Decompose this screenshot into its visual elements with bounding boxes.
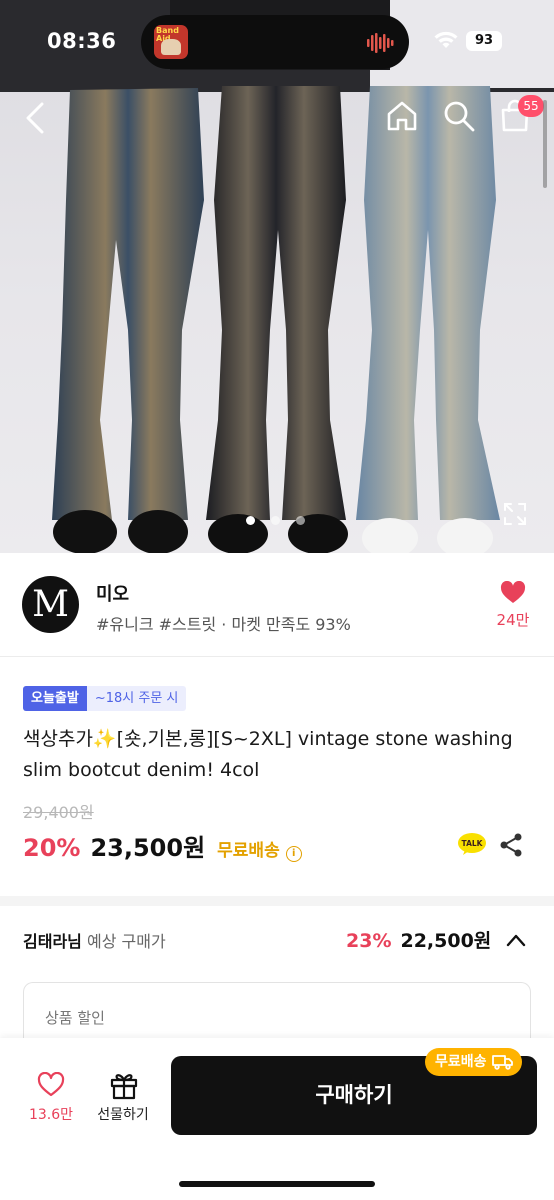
search-button[interactable]: [440, 96, 478, 136]
heart-outline-icon: [37, 1071, 65, 1097]
carousel-dot[interactable]: [271, 516, 280, 525]
gift-icon: [110, 1074, 138, 1100]
truck-icon: [491, 1055, 513, 1070]
section-divider: [0, 896, 554, 906]
chevron-up-icon[interactable]: [505, 930, 527, 950]
expected-label: 예상 구매가: [86, 932, 166, 951]
sale-price: 23,500원: [90, 834, 206, 862]
heart-icon: [500, 580, 526, 603]
bottom-action-bar: 13.6만 선물하기 구매하기 무료배송: [0, 1038, 554, 1200]
free-shipping-tag: 무료배송: [425, 1048, 522, 1076]
clock: 08:36: [47, 29, 117, 53]
expected-price-label: 김태라님 예상 구매가: [23, 928, 166, 952]
dynamic-island[interactable]: Band Aid: [141, 15, 409, 69]
carousel-dot[interactable]: [246, 516, 255, 525]
like-button[interactable]: [26, 1071, 76, 1102]
free-shipping-tag-label: 무료배송: [435, 1054, 487, 1070]
scrollbar[interactable]: [543, 100, 547, 188]
carousel-dot[interactable]: [296, 516, 305, 525]
order-cutoff-badge: ~18시 주문 시: [86, 686, 187, 711]
product-image-carousel[interactable]: 08:36 Band Aid 93 55: [0, 0, 554, 553]
seller-section[interactable]: M 미오 #유니크 #스트릿 · 마켓 만족도 93% 24만: [0, 553, 554, 657]
status-bar: 08:36 Band Aid 93: [0, 0, 554, 84]
seller-tags: #유니크 #스트릿 · 마켓 만족도 93%: [96, 615, 351, 634]
share-icon[interactable]: [498, 832, 524, 858]
kakaotalk-icon[interactable]: TALK: [457, 832, 487, 856]
album-art: Band Aid: [154, 25, 188, 59]
price-row: 20% 23,500원 무료배송 i: [23, 828, 302, 863]
carousel-indicator: [246, 516, 305, 525]
seller-like-count: 24만: [496, 611, 530, 629]
discount-rate: 20%: [23, 834, 81, 862]
battery-indicator: 93: [466, 31, 502, 51]
seller-name[interactable]: 미오: [96, 580, 129, 606]
free-shipping-label[interactable]: 무료배송: [217, 836, 280, 861]
cart-count-badge: 55: [518, 95, 544, 117]
home-button[interactable]: [383, 96, 421, 136]
product-discount-label: 상품 할인: [45, 1009, 105, 1027]
back-button[interactable]: [18, 98, 52, 138]
audio-waveform-icon: [367, 33, 394, 53]
talk-label: TALK: [462, 839, 484, 848]
gift-button[interactable]: [104, 1070, 144, 1104]
expected-price: 23% 22,500원: [346, 926, 491, 953]
search-icon: [444, 101, 475, 132]
expand-icon[interactable]: [502, 501, 528, 527]
seller-like-button[interactable]: [493, 580, 533, 609]
home-icon: [387, 101, 417, 131]
original-price: 29,400원: [23, 803, 94, 822]
today-shipping-badge: 오늘출발: [23, 686, 87, 711]
home-indicator[interactable]: [179, 1181, 375, 1187]
delivery-badges: 오늘출발 ~18시 주문 시: [23, 686, 187, 711]
user-name: 김태라님: [23, 932, 82, 951]
chevron-left-icon: [26, 102, 44, 134]
expected-discount-rate: 23%: [346, 930, 392, 952]
expected-price-value: 22,500원: [400, 930, 492, 952]
like-count: 13.6만: [28, 1107, 74, 1123]
seller-logo[interactable]: M: [22, 576, 79, 633]
gift-label: 선물하기: [97, 1107, 149, 1123]
wifi-icon: [434, 31, 458, 48]
info-icon[interactable]: i: [285, 846, 302, 862]
product-title: 색상추가✨[숏,기본,롱][S~2XL] vintage stone washi…: [23, 728, 513, 781]
